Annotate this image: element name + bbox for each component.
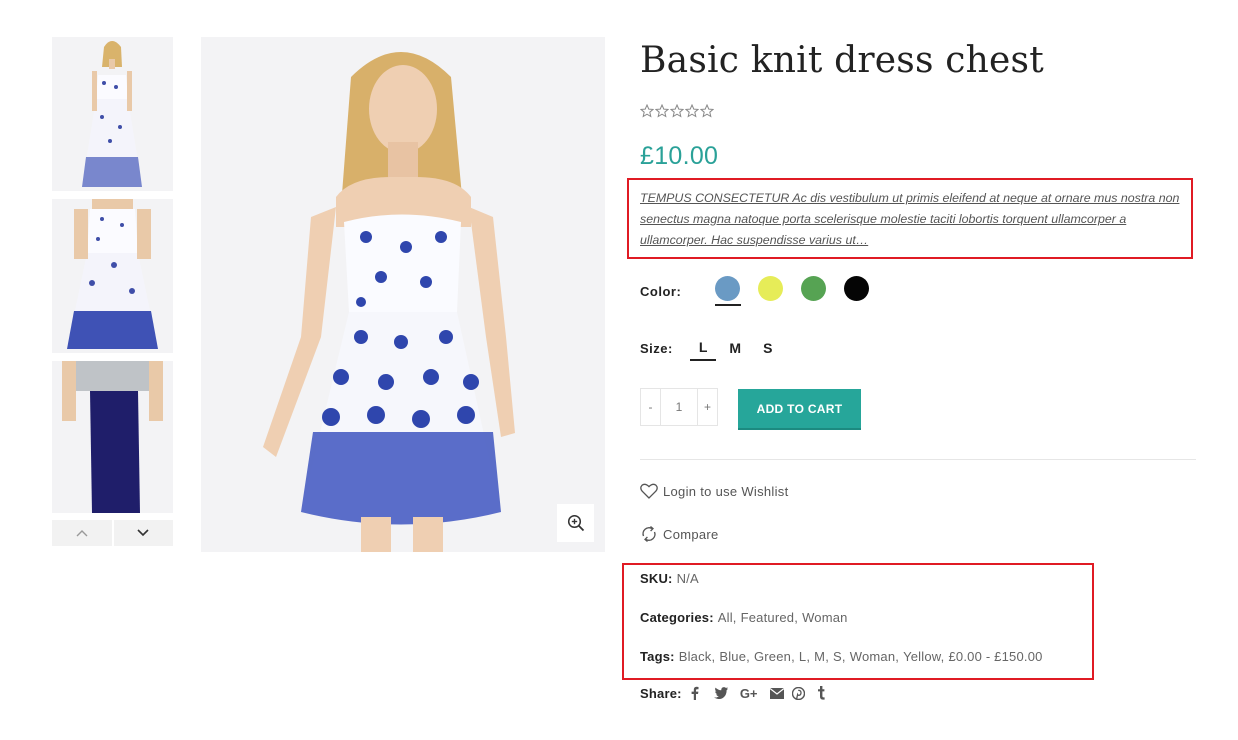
thumbnail-pencil-skirt[interactable] xyxy=(52,361,173,513)
product-title: Basic knit dress chest xyxy=(640,40,1044,81)
dress-back-image xyxy=(67,199,158,349)
heart-icon xyxy=(640,483,658,499)
main-product-image[interactable] xyxy=(201,37,605,552)
color-selector: Color: xyxy=(640,276,887,306)
divider xyxy=(640,459,1196,460)
sku-label: SKU: xyxy=(640,571,673,586)
quantity-input[interactable]: 1 xyxy=(661,389,697,425)
tag-link[interactable]: S xyxy=(833,649,842,664)
tag-link[interactable]: £0.00 - £150.00 xyxy=(948,649,1042,664)
star-empty-icon xyxy=(655,104,669,118)
categories-line: Categories: All, Featured, Woman xyxy=(640,610,848,625)
star-empty-icon xyxy=(700,104,714,118)
pinterest-icon[interactable] xyxy=(790,684,808,702)
compare-arrows-icon xyxy=(642,526,656,542)
thumbnail-dress-front[interactable] xyxy=(52,37,173,191)
categories-label: Categories: xyxy=(640,610,714,625)
zoom-in-icon xyxy=(567,514,584,532)
color-swatch-blue[interactable] xyxy=(715,276,742,306)
thumbnail-dress-back[interactable] xyxy=(52,199,173,353)
chevron-up-icon xyxy=(76,530,88,537)
swatch-circle xyxy=(715,276,741,301)
wishlist-link[interactable]: Login to use Wishlist xyxy=(640,483,789,499)
star-empty-icon xyxy=(670,104,684,118)
star-rating xyxy=(640,104,714,118)
quantity-stepper: - 1 + xyxy=(640,388,718,426)
facebook-icon[interactable] xyxy=(686,684,704,702)
share-label: Share: xyxy=(640,685,682,701)
quantity-increase-button[interactable]: + xyxy=(697,389,717,425)
pencil-skirt-image xyxy=(62,361,163,513)
size-option-s[interactable]: S xyxy=(754,340,781,361)
quantity-decrease-button[interactable]: - xyxy=(641,389,661,425)
chevron-down-icon xyxy=(137,529,149,537)
color-swatch-black[interactable] xyxy=(844,276,870,306)
short-description[interactable]: TEMPUS CONSECTETUR Ac dis vestibulum ut … xyxy=(640,188,1196,251)
tumblr-icon[interactable] xyxy=(812,684,830,702)
size-option-m[interactable]: M xyxy=(720,340,750,361)
swatch-circle xyxy=(758,276,784,301)
product-price: £10.00 xyxy=(640,142,719,170)
color-swatch-yellow[interactable] xyxy=(758,276,784,306)
compare-label: Compare xyxy=(663,526,719,542)
thumbnail-prev-button[interactable] xyxy=(52,520,112,546)
swatch-circle xyxy=(844,276,870,301)
tag-link[interactable]: Woman xyxy=(850,649,896,664)
sku-value: N/A xyxy=(676,571,699,586)
sku-line: SKU: N/A xyxy=(640,571,699,586)
dress-front-image xyxy=(82,41,142,187)
tag-link[interactable]: Black xyxy=(679,649,712,664)
wishlist-label: Login to use Wishlist xyxy=(663,483,789,499)
size-selector: Size: L M S xyxy=(640,337,785,361)
star-empty-icon xyxy=(640,104,654,118)
add-to-cart-button[interactable]: ADD TO CART xyxy=(738,389,861,428)
tags-line: Tags: Black, Blue, Green, L, M, S, Woman, Yellow… xyxy=(640,649,1043,664)
share-row: Share: G+ xyxy=(640,684,830,702)
color-swatch-green[interactable] xyxy=(801,276,827,306)
tags-label: Tags: xyxy=(640,649,675,664)
size-option-l[interactable]: L xyxy=(689,339,717,361)
thumbnail-navigation xyxy=(52,520,173,546)
google-plus-icon[interactable]: G+ xyxy=(738,684,760,702)
category-link[interactable]: Featured xyxy=(741,610,795,625)
tag-link[interactable]: Green xyxy=(754,649,791,664)
star-empty-icon xyxy=(685,104,699,118)
thumbnail-gallery xyxy=(52,37,173,546)
twitter-icon[interactable] xyxy=(712,684,730,702)
email-icon[interactable] xyxy=(768,684,786,702)
thumbnail-next-button[interactable] xyxy=(111,520,173,546)
swatch-circle xyxy=(801,276,827,301)
color-label: Color: xyxy=(640,283,682,299)
size-label: Size: xyxy=(640,340,673,356)
compare-link[interactable]: Compare xyxy=(640,525,719,543)
tag-link[interactable]: M xyxy=(814,649,825,664)
model-in-dress-image xyxy=(263,52,515,552)
category-link[interactable]: All xyxy=(718,610,733,625)
category-link[interactable]: Woman xyxy=(802,610,848,625)
tag-link[interactable]: Blue xyxy=(719,649,746,664)
zoom-button[interactable] xyxy=(557,504,594,542)
tag-link[interactable]: Yellow xyxy=(903,649,941,664)
